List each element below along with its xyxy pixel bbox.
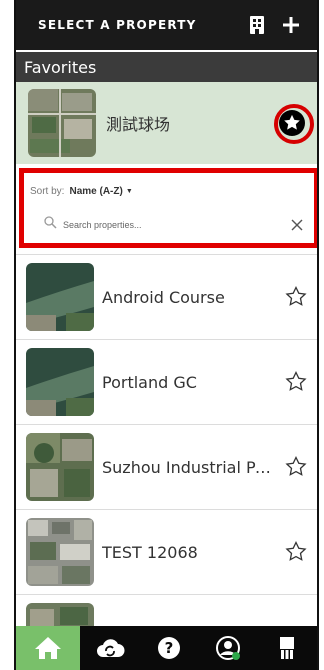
search-input[interactable]: Search properties... bbox=[63, 220, 288, 230]
star-outline-icon[interactable] bbox=[279, 535, 313, 569]
favorite-name: 測試球场 bbox=[106, 115, 171, 134]
property-name: Suzhou Industrial Par... bbox=[102, 457, 279, 477]
search-icon bbox=[44, 216, 57, 234]
filter-panel: Sort by: Name (A-Z) ▼ Search properties.… bbox=[16, 168, 317, 248]
star-outline-icon[interactable] bbox=[279, 365, 313, 399]
property-thumbnail bbox=[28, 89, 96, 157]
account-icon[interactable] bbox=[199, 626, 258, 670]
property-thumbnail bbox=[26, 433, 94, 501]
home-icon[interactable] bbox=[16, 626, 80, 670]
svg-text:?: ? bbox=[165, 639, 174, 657]
property-thumbnail bbox=[26, 263, 94, 331]
caret-down-icon[interactable]: ▼ bbox=[126, 188, 133, 195]
property-name: Portland GC bbox=[102, 372, 197, 392]
property-thumbnail bbox=[26, 518, 94, 586]
property-name: Android Course bbox=[102, 287, 225, 307]
list-item[interactable]: TEST 12068 bbox=[16, 509, 317, 594]
favorite-item[interactable]: 測試球场 bbox=[16, 82, 317, 164]
search-bar[interactable]: Search properties... bbox=[44, 216, 306, 234]
star-outline-icon[interactable] bbox=[279, 450, 313, 484]
building-icon[interactable] bbox=[245, 13, 269, 37]
bottom-nav: ? bbox=[16, 626, 317, 670]
property-list: Android Course Portland GC Suzhou Indust… bbox=[16, 254, 317, 670]
favorites-header: Favorites bbox=[16, 52, 317, 82]
star-outline-icon[interactable] bbox=[279, 280, 313, 314]
list-item[interactable]: Suzhou Industrial Par... bbox=[16, 424, 317, 509]
property-thumbnail bbox=[26, 348, 94, 416]
top-bar: SELECT A PROPERTY bbox=[16, 0, 317, 50]
cloud-sync-icon[interactable] bbox=[80, 626, 139, 670]
plus-icon[interactable] bbox=[279, 13, 303, 37]
sort-value[interactable]: Name (A-Z) bbox=[69, 186, 122, 197]
property-name: TEST 12068 bbox=[102, 542, 198, 562]
app-screen: SELECT A PROPERTY Favorites 測試球场 Sort by… bbox=[14, 0, 319, 670]
list-item[interactable]: Android Course bbox=[16, 254, 317, 339]
sort-control[interactable]: Sort by: Name (A-Z) ▼ bbox=[30, 186, 133, 197]
close-icon[interactable] bbox=[288, 216, 306, 234]
star-filled-icon[interactable] bbox=[275, 106, 309, 140]
page-title: SELECT A PROPERTY bbox=[38, 18, 197, 32]
sort-label: Sort by: bbox=[30, 186, 65, 197]
help-icon[interactable]: ? bbox=[139, 626, 198, 670]
tools-icon[interactable] bbox=[258, 626, 317, 670]
list-item[interactable]: Portland GC bbox=[16, 339, 317, 424]
